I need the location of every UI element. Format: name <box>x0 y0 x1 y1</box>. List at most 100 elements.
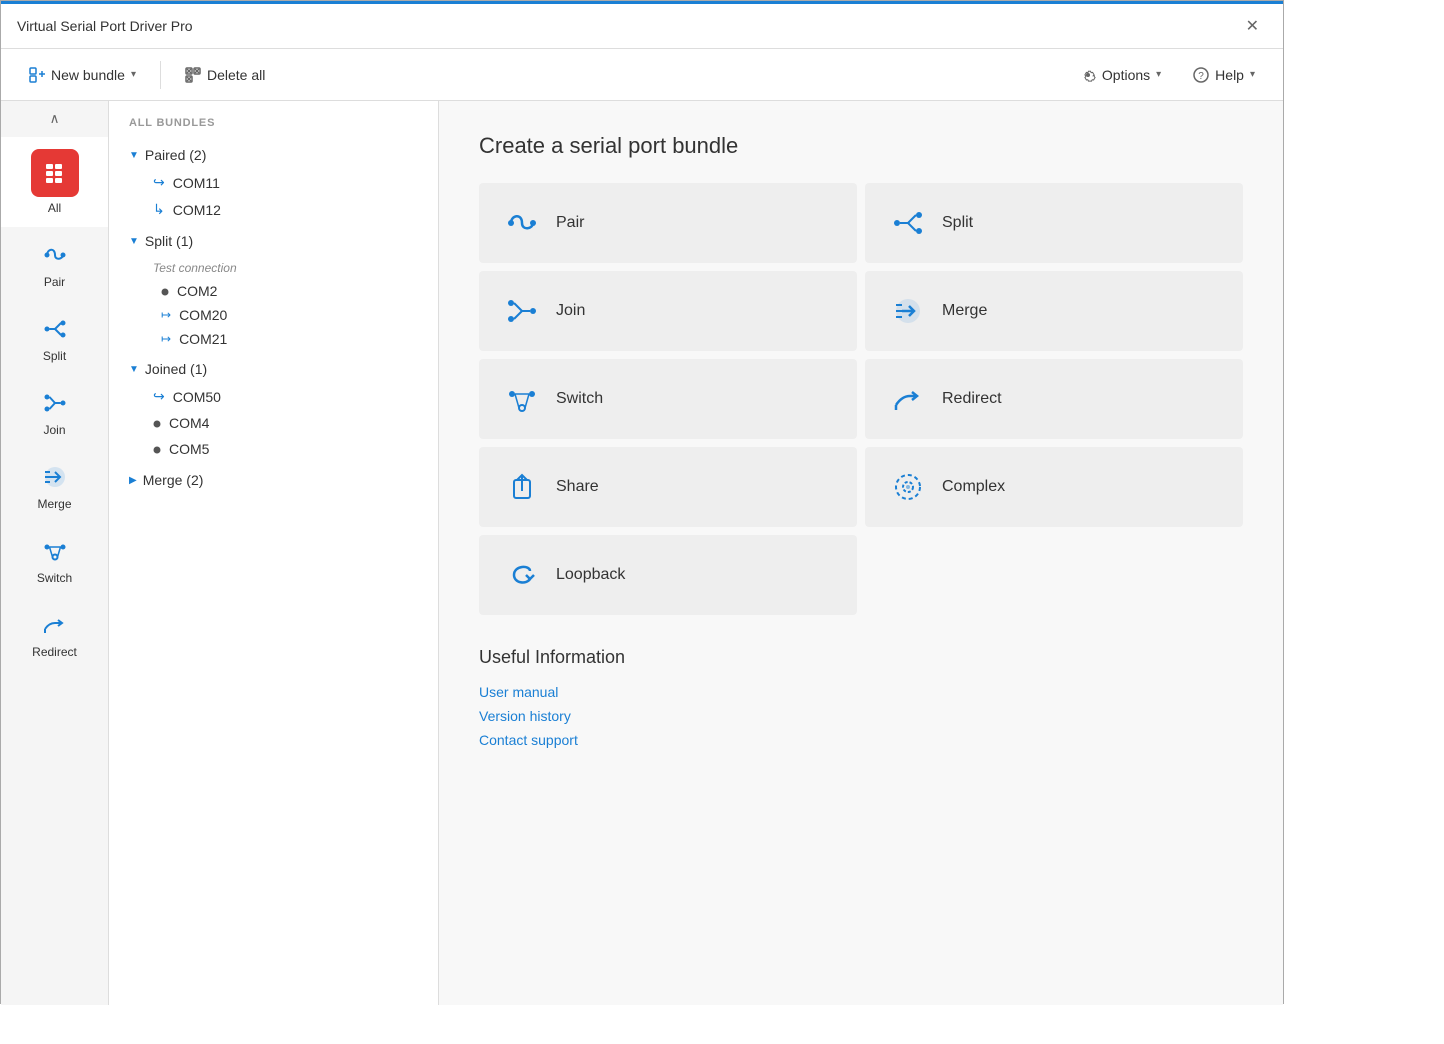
new-bundle-chevron: ▾ <box>131 69 136 80</box>
com20-arrow-icon: ↦ <box>161 308 171 322</box>
main-layout: ∧ All Pair <box>1 101 1283 1005</box>
contact-support-link[interactable]: Contact support <box>479 732 1243 748</box>
com4-label: COM4 <box>169 415 209 431</box>
join-card[interactable]: Join <box>479 271 857 351</box>
paired-arrow-icon: ↪ <box>153 174 165 191</box>
options-chevron: ▾ <box>1156 69 1161 80</box>
toolbar: New bundle ▾ Delete all <box>1 49 1283 101</box>
bundle-list: ALL BUNDLES ▼ Paired (2) ↪ COM11 ↳ COM12… <box>109 101 439 1005</box>
content-title: Create a serial port bundle <box>479 133 1243 159</box>
all-icon <box>31 149 79 197</box>
com12-label: COM12 <box>173 202 221 218</box>
paired-sub-arrow-icon: ↳ <box>153 201 165 218</box>
switch-card-icon <box>504 381 540 417</box>
bundle-list-header: ALL BUNDLES <box>109 117 438 141</box>
bundle-item-com4[interactable]: COM4 <box>109 410 438 436</box>
share-card-icon <box>504 469 540 505</box>
bundle-group-paired-header[interactable]: ▼ Paired (2) <box>109 141 438 169</box>
loopback-card-label: Loopback <box>556 566 625 584</box>
com21-label: COM21 <box>179 331 227 347</box>
merge-card-label: Merge <box>942 302 987 320</box>
merge-card[interactable]: Merge <box>865 271 1243 351</box>
bundle-item-com5[interactable]: COM5 <box>109 436 438 462</box>
switch-card-label: Switch <box>556 390 603 408</box>
complex-card-icon <box>890 469 926 505</box>
sidebar-pair-label: Pair <box>44 275 65 289</box>
sidebar-item-all[interactable]: All <box>1 137 108 227</box>
bundle-group-split-header[interactable]: ▼ Split (1) <box>109 227 438 255</box>
delete-all-icon <box>185 67 201 83</box>
split-icon <box>39 313 71 345</box>
split-card-label: Split <box>942 214 973 232</box>
help-icon: ? <box>1193 67 1209 83</box>
toolbar-divider <box>160 61 161 89</box>
options-button[interactable]: Options ▾ <box>1068 61 1173 89</box>
pair-icon <box>39 239 71 271</box>
bundle-group-merge-header[interactable]: ▶ Merge (2) <box>109 466 438 494</box>
chevron-down-icon-joined: ▼ <box>129 364 139 375</box>
pair-card-icon <box>504 205 540 241</box>
redirect-card[interactable]: Redirect <box>865 359 1243 439</box>
pair-card[interactable]: Pair <box>479 183 857 263</box>
split-card[interactable]: Split <box>865 183 1243 263</box>
close-button[interactable]: ✕ <box>1238 12 1267 40</box>
merge-card-icon <box>890 293 926 329</box>
sidebar-split-label: Split <box>43 349 66 363</box>
pair-card-label: Pair <box>556 214 584 232</box>
com50-label: COM50 <box>173 389 221 405</box>
bundle-group-split: ▼ Split (1) Test connection COM2 ↦ COM20… <box>109 227 438 351</box>
sidebar-collapse-button[interactable]: ∧ <box>1 101 108 137</box>
sidebar-item-pair[interactable]: Pair <box>1 227 108 301</box>
options-label: Options <box>1102 67 1150 83</box>
com11-label: COM11 <box>173 175 220 191</box>
gear-icon <box>1080 67 1096 83</box>
join-card-icon <box>504 293 540 329</box>
chevron-down-icon-split: ▼ <box>129 236 139 247</box>
bundle-item-com2[interactable]: COM2 <box>109 279 438 303</box>
bundle-item-com20[interactable]: ↦ COM20 <box>109 303 438 327</box>
switch-icon <box>39 535 71 567</box>
user-manual-link[interactable]: User manual <box>479 684 1243 700</box>
bundle-item-com50[interactable]: ↪ COM50 <box>109 383 438 410</box>
complex-card[interactable]: Complex <box>865 447 1243 527</box>
bundle-group-joined-header[interactable]: ▼ Joined (1) <box>109 355 438 383</box>
share-card-label: Share <box>556 478 599 496</box>
loopback-card[interactable]: Loopback <box>479 535 857 615</box>
new-bundle-button[interactable]: New bundle ▾ <box>17 61 148 89</box>
chevron-right-icon-merge: ▶ <box>129 475 137 486</box>
sidebar-item-redirect[interactable]: Redirect <box>1 597 108 671</box>
chevron-down-icon: ▼ <box>129 150 139 161</box>
sidebar-switch-label: Switch <box>37 571 72 585</box>
bundle-item-com11[interactable]: ↪ COM11 <box>109 169 438 196</box>
redirect-card-label: Redirect <box>942 390 1002 408</box>
sidebar-redirect-label: Redirect <box>32 645 77 659</box>
delete-all-button[interactable]: Delete all <box>173 61 277 89</box>
bundle-group-merge-label: Merge (2) <box>143 472 204 488</box>
sidebar-item-join[interactable]: Join <box>1 375 108 449</box>
redirect-card-icon <box>890 381 926 417</box>
merge-icon <box>39 461 71 493</box>
svg-text:?: ? <box>1198 71 1204 82</box>
bundle-item-com12[interactable]: ↳ COM12 <box>109 196 438 223</box>
bundle-item-com21[interactable]: ↦ COM21 <box>109 327 438 351</box>
bundle-group-paired-label: Paired (2) <box>145 147 206 163</box>
switch-card[interactable]: Switch <box>479 359 857 439</box>
sidebar-icons: ∧ All Pair <box>1 101 109 1005</box>
title-bar: Virtual Serial Port Driver Pro ✕ <box>1 1 1283 49</box>
join-icon <box>39 387 71 419</box>
version-history-link[interactable]: Version history <box>479 708 1243 724</box>
com5-label: COM5 <box>169 441 209 457</box>
sidebar-item-merge[interactable]: Merge <box>1 449 108 523</box>
share-card[interactable]: Share <box>479 447 857 527</box>
redirect-icon <box>39 609 71 641</box>
com2-label: COM2 <box>177 283 217 299</box>
useful-info-section: Useful Information User manual Version h… <box>479 647 1243 748</box>
app-title: Virtual Serial Port Driver Pro <box>17 18 193 34</box>
content-area: Create a serial port bundle Pair <box>439 101 1283 1005</box>
help-button[interactable]: ? Help ▾ <box>1181 61 1267 89</box>
delete-all-label: Delete all <box>207 67 265 83</box>
com5-dot-icon <box>153 441 161 457</box>
sidebar-item-split[interactable]: Split <box>1 301 108 375</box>
new-bundle-label: New bundle <box>51 67 125 83</box>
sidebar-item-switch[interactable]: Switch <box>1 523 108 597</box>
